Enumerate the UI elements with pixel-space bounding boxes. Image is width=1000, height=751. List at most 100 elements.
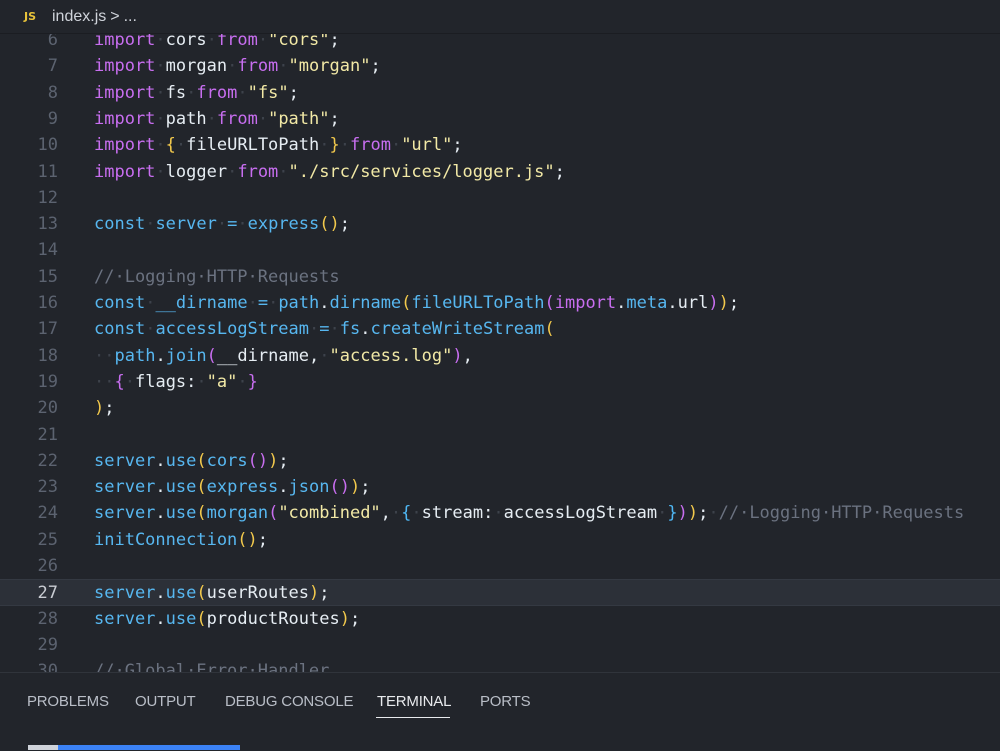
code-line[interactable]: 26 <box>0 553 1000 579</box>
code-line[interactable]: 28 server.use(productRoutes); <box>0 606 1000 632</box>
code-token: import <box>94 135 156 156</box>
code-line[interactable]: 21 <box>0 422 1000 448</box>
code-line[interactable]: 14 <box>0 237 1000 263</box>
line-number: 14 <box>37 240 58 261</box>
panel-tab-bar: PROBLEMS OUTPUT DEBUG CONSOLE TERMINAL P… <box>0 672 1000 751</box>
code-token: "access.log" <box>329 345 453 366</box>
code-token: "url" <box>401 135 453 156</box>
code-line[interactable]: 19 ··{·flags:·"a"·} <box>0 369 1000 395</box>
code-token: · <box>155 135 166 156</box>
code-text: ··path.join(__dirname,·"access.log"), <box>94 343 473 369</box>
code-token: ( <box>401 293 412 313</box>
code-line[interactable]: 15 //·Logging·HTTP·Requests <box>0 264 1000 290</box>
code-line[interactable]: 13 const·server·=·express(); <box>0 211 1000 237</box>
code-token: ( <box>206 345 217 366</box>
code-token: ; <box>329 108 340 129</box>
line-number: 26 <box>37 556 58 576</box>
code-token: ( <box>196 583 207 604</box>
code-text: import·logger·from·"./src/services/logge… <box>94 159 565 185</box>
code-text: import·{·fileURLToPath·}·from·"url"; <box>94 132 463 158</box>
code-token: const <box>94 293 146 313</box>
code-token: } <box>329 135 340 156</box>
code-token: accessLogStream <box>155 319 309 340</box>
line-number: 12 <box>37 187 58 208</box>
code-text: ); <box>94 395 115 421</box>
tab-debug-console[interactable]: DEBUG CONSOLE <box>225 693 353 710</box>
code-line[interactable]: 24 server.use(morgan("combined",·{·stream… <box>0 500 1000 526</box>
code-token: · <box>216 214 228 235</box>
code-token: · <box>493 503 504 524</box>
code-line[interactable]: 23 server.use(express.json()); <box>0 474 1000 500</box>
code-line[interactable]: 8 import·fs·from·"fs"; <box>0 80 1000 106</box>
code-token: · <box>196 371 207 392</box>
code-token: ; <box>370 56 381 77</box>
code-line[interactable]: 17 const·accessLogStream·=·fs.createWrite… <box>0 316 1000 342</box>
code-token: use <box>165 583 197 604</box>
code-token: ( <box>196 608 207 629</box>
code-token: ) <box>309 583 320 604</box>
code-line[interactable]: 6 import·cors·from·"cors"; <box>0 34 1000 53</box>
code-line[interactable]: 7 import·morgan·from·"morgan"; <box>0 53 1000 79</box>
code-token: __dirname <box>155 293 248 313</box>
code-token: () <box>237 529 258 550</box>
line-number: 22 <box>37 450 58 471</box>
code-token: ; <box>329 34 340 50</box>
code-line[interactable]: 27 server.use(userRoutes); <box>0 579 1000 606</box>
code-line[interactable]: 25 initConnection(); <box>0 527 1000 553</box>
breadcrumb-file[interactable]: index.js <box>52 8 106 26</box>
tab-output[interactable]: OUTPUT <box>135 693 196 710</box>
code-token: = <box>257 293 269 313</box>
code-line[interactable]: 29 <box>0 632 1000 658</box>
code-token: use <box>165 477 197 498</box>
code-line[interactable]: 10 import·{·fileURLToPath·}·from·"url"; <box>0 132 1000 158</box>
code-token: fs <box>339 319 361 340</box>
code-line[interactable]: 18 ··path.join(__dirname,·"access.log"), <box>0 343 1000 369</box>
code-token: () <box>329 477 350 498</box>
code-line[interactable]: 20); <box>0 395 1000 421</box>
code-token: · <box>227 161 238 182</box>
code-token: morgan <box>206 503 269 524</box>
code-token: server <box>94 503 156 524</box>
line-number: 28 <box>37 608 58 629</box>
code-line[interactable]: 9 import·path·from·"path"; <box>0 106 1000 132</box>
code-token: () <box>319 214 340 235</box>
code-token: , <box>380 503 391 524</box>
code-token: server <box>94 583 156 604</box>
code-editor[interactable]: 6 import·cors·from·"cors"; 7 import·morgan·… <box>0 34 1000 672</box>
tab-ports[interactable]: PORTS <box>480 693 531 710</box>
code-token: · <box>227 56 238 77</box>
code-text: //·Logging·HTTP·Requests <box>94 264 340 290</box>
code-line[interactable]: 11 import·logger·from·"./src/services/log… <box>0 159 1000 185</box>
code-token: "path" <box>268 108 330 129</box>
code-token: ) <box>677 503 688 524</box>
code-token: "a" <box>206 371 238 392</box>
line-number: 7 <box>47 56 58 77</box>
code-token: · <box>155 56 166 77</box>
terminal-tab-strip-active[interactable] <box>58 745 240 750</box>
code-line[interactable]: 12 <box>0 185 1000 211</box>
code-token: . <box>155 477 166 498</box>
code-token: import <box>94 108 156 129</box>
code-token: use <box>165 608 197 629</box>
tab-terminal[interactable]: TERMINAL <box>377 693 451 710</box>
code-token: fileURLToPath <box>186 135 320 156</box>
code-token: · <box>257 34 269 50</box>
terminal-tab-strip[interactable] <box>28 745 58 750</box>
code-line[interactable]: 30 //·Global·Error·Handler <box>0 658 1000 672</box>
code-token: { <box>114 371 125 392</box>
code-token: · <box>237 214 248 235</box>
code-token: ·· <box>94 345 115 366</box>
breadcrumb-symbols[interactable]: ... <box>124 8 137 26</box>
code-token: . <box>360 319 371 340</box>
code-token: . <box>278 477 289 498</box>
code-token: = <box>227 214 238 235</box>
tab-problems[interactable]: PROBLEMS <box>27 693 109 710</box>
code-token: ) <box>349 477 361 498</box>
code-text: initConnection(); <box>94 527 268 553</box>
code-token: · <box>268 293 279 313</box>
code-token: , <box>462 345 473 366</box>
code-line[interactable]: 22 server.use(cors()); <box>0 448 1000 474</box>
code-token: ·· <box>94 371 115 392</box>
code-token: ( <box>196 450 207 471</box>
code-line[interactable]: 16 const·__dirname·=·path.dirname(fileURL… <box>0 290 1000 316</box>
